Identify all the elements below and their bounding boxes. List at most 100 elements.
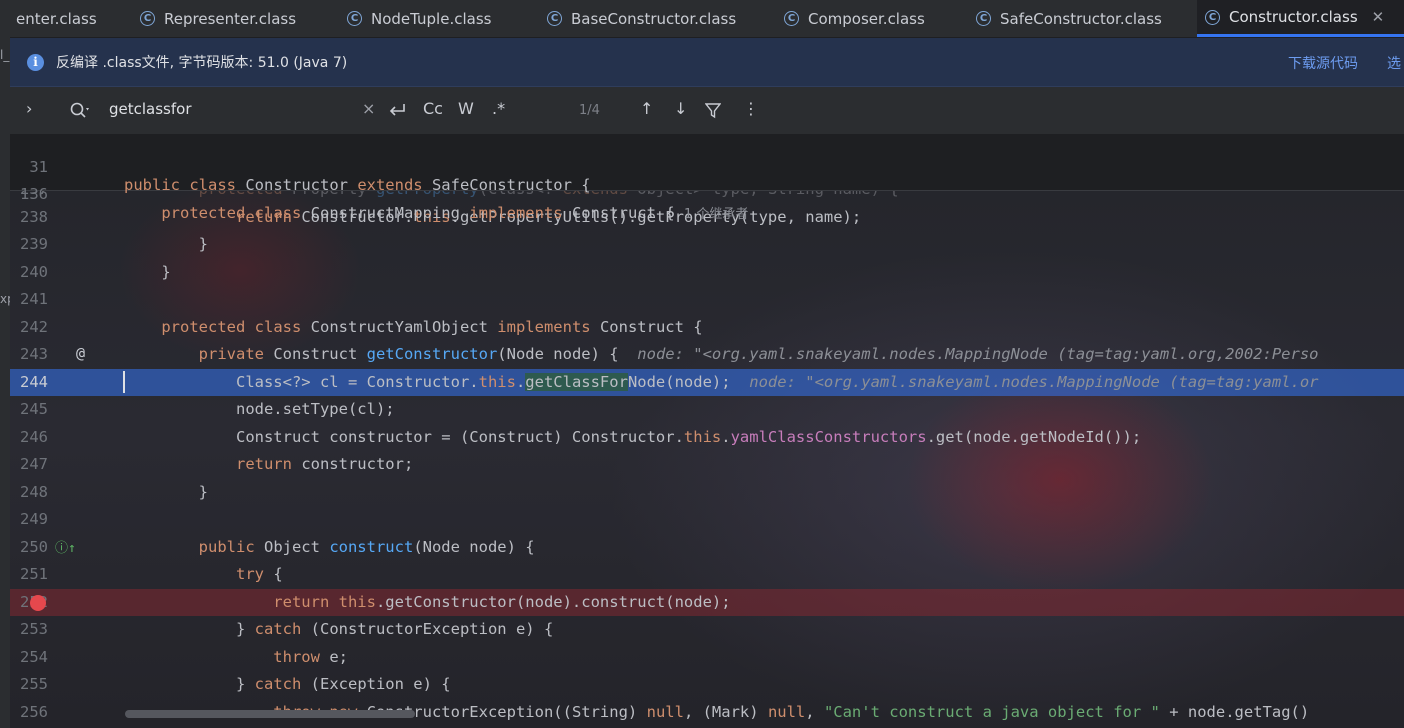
code-line[interactable]: 249 (10, 506, 1404, 533)
annotation-icon[interactable]: @ (76, 344, 85, 362)
regex-toggle[interactable]: .* (492, 99, 505, 118)
code-token: (Node node) { (497, 345, 638, 363)
arrow-down-icon[interactable]: ↓ (674, 99, 687, 118)
code-line[interactable]: 243 @ private Construct getConstructor(No… (10, 341, 1404, 368)
code-token: return (124, 592, 339, 611)
match-count: 1/4 (579, 103, 600, 118)
code-token: } (124, 482, 208, 501)
code-token: ConstructMapping (310, 204, 470, 222)
line-number: 254 (20, 647, 48, 666)
class-icon: C (784, 11, 799, 26)
code-line[interactable]: 247 return constructor; (10, 451, 1404, 478)
code-token: Construct (273, 345, 367, 363)
line-number: 256 (20, 702, 48, 721)
code-token: Construct { (599, 317, 703, 336)
breakpoint-icon[interactable] (30, 594, 46, 611)
download-sources-link[interactable]: 下载源代码 (1288, 53, 1358, 73)
tab-label: Constructor.class (1229, 8, 1358, 26)
arrow-up-icon[interactable]: ↑ (640, 99, 653, 118)
filter-icon[interactable] (705, 103, 721, 119)
choose-sources-link[interactable]: 选 (1387, 53, 1401, 73)
horizontal-scrollbar[interactable] (125, 710, 415, 718)
code-line[interactable]: 242 protected class ConstructYamlObject … (10, 314, 1404, 341)
new-line-icon[interactable] (388, 102, 408, 120)
code-line[interactable]: 254 throw e; (10, 644, 1404, 671)
code-token: yamlClassConstructors (730, 427, 927, 446)
tab-representer[interactable]: C Representer.class (132, 0, 304, 37)
tab-constructor[interactable]: C Constructor.class ✕ (1197, 0, 1404, 37)
code-text: node.setType(cl); (124, 400, 395, 418)
code-text: private Construct getConstructor(Node no… (124, 345, 1319, 363)
code-line[interactable]: 255 } catch (Exception e) { (10, 671, 1404, 698)
search-input[interactable]: getclassfor (109, 100, 192, 118)
line-number: 247 (20, 455, 48, 473)
find-bar: › getclassfor × Cc W .* 1/4 ↑ ↓ ⋮ (10, 87, 1404, 135)
clear-search-icon[interactable]: × (362, 99, 375, 118)
code-line[interactable]: 245 node.setType(cl); (10, 396, 1404, 423)
current-line[interactable]: 244 Class<?> cl = Constructor.this.getCl… (10, 368, 1404, 396)
code-editor[interactable]: 237 protected Property getProperty(Class… (10, 190, 1404, 728)
line-number: 246 (20, 427, 48, 446)
code-token: class (254, 317, 311, 336)
code-text: Class<?> cl = Constructor.this.getClassF… (124, 372, 1319, 391)
code-text: } catch (Exception e) { (124, 675, 451, 693)
search-match: getClassFor (525, 372, 628, 391)
inheritors-hint[interactable]: 1 个继承者 (684, 207, 748, 222)
class-icon: C (1205, 9, 1220, 25)
line-number: 250 (20, 537, 48, 556)
more-options-icon[interactable]: ⋮ (743, 99, 759, 118)
search-history-icon[interactable] (70, 102, 92, 120)
code-line[interactable]: 248 } (10, 479, 1404, 506)
tab-nodetuple[interactable]: C NodeTuple.class (339, 0, 499, 37)
sticky-line[interactable]: 136 protected class ConstructMapping imp… (10, 167, 1404, 222)
whole-words-toggle[interactable]: W (458, 99, 474, 118)
code-text: public Object construct(Node node) { (124, 538, 535, 556)
code-token: Construct { (571, 204, 684, 222)
code-text: throw e; (124, 648, 348, 666)
tab-baseconstructor[interactable]: C BaseConstructor.class (539, 0, 744, 37)
code-line[interactable]: 250 ⓘ↑ public Object construct(Node node)… (10, 534, 1404, 561)
code-line[interactable]: 251 try { (10, 561, 1404, 588)
code-line[interactable]: 246 Construct constructor = (Construct) … (10, 424, 1404, 451)
match-case-toggle[interactable]: Cc (423, 99, 443, 118)
line-number: 248 (20, 482, 48, 501)
code-line[interactable]: 240 } (10, 259, 1404, 286)
chevron-right-icon[interactable]: › (26, 99, 32, 118)
code-text: return constructor; (124, 455, 413, 473)
code-token: this (683, 427, 722, 446)
code-text: try { (124, 565, 283, 583)
tab-enter[interactable]: enter.class (10, 0, 105, 37)
implements-method-icon[interactable]: ⓘ↑ (55, 537, 76, 556)
line-number: 242 (20, 317, 48, 336)
tab-label: enter.class (16, 9, 97, 28)
tab-safeconstructor[interactable]: C SafeConstructor.class (968, 0, 1170, 37)
code-text: return this.getConstructor(node).constru… (124, 592, 731, 611)
tab-label: NodeTuple.class (371, 9, 492, 28)
code-token: public (124, 537, 264, 556)
code-token: catch (254, 675, 311, 693)
breakpoint-line[interactable]: 252 return this.getConstructor(node).con… (10, 588, 1404, 616)
code-token: .getConstructor(node).construct(node); (375, 592, 731, 611)
code-token: implements (469, 204, 572, 222)
code-token: (ConstructorException e) { (310, 620, 554, 638)
tab-label: Representer.class (164, 9, 297, 28)
code-line[interactable]: 241 (10, 286, 1404, 313)
code-token: return (124, 455, 302, 473)
code-token: e; (329, 647, 348, 666)
class-icon: C (547, 11, 562, 26)
code-text: protected class ConstructMapping impleme… (124, 203, 748, 222)
close-icon[interactable]: ✕ (1372, 8, 1385, 26)
code-token: null (646, 702, 684, 721)
code-token: (Exception e) { (310, 675, 451, 693)
tab-composer[interactable]: C Composer.class (776, 0, 933, 37)
class-icon: C (976, 11, 991, 26)
code-token: constructor; (301, 455, 414, 473)
code-line[interactable]: 253 } catch (ConstructorException e) { (10, 616, 1404, 643)
line-number: 253 (20, 620, 48, 638)
code-token: . (721, 427, 731, 446)
edge-mark: l_ (0, 48, 10, 62)
inline-debug-hint: node: "<org.yaml.snakeyaml.nodes.Mapping… (637, 345, 1319, 363)
sticky-line[interactable]: 31 public class Constructor extends Safe… (10, 140, 1404, 194)
code-line[interactable]: 239 } (10, 231, 1404, 258)
code-token: Object (263, 537, 330, 556)
